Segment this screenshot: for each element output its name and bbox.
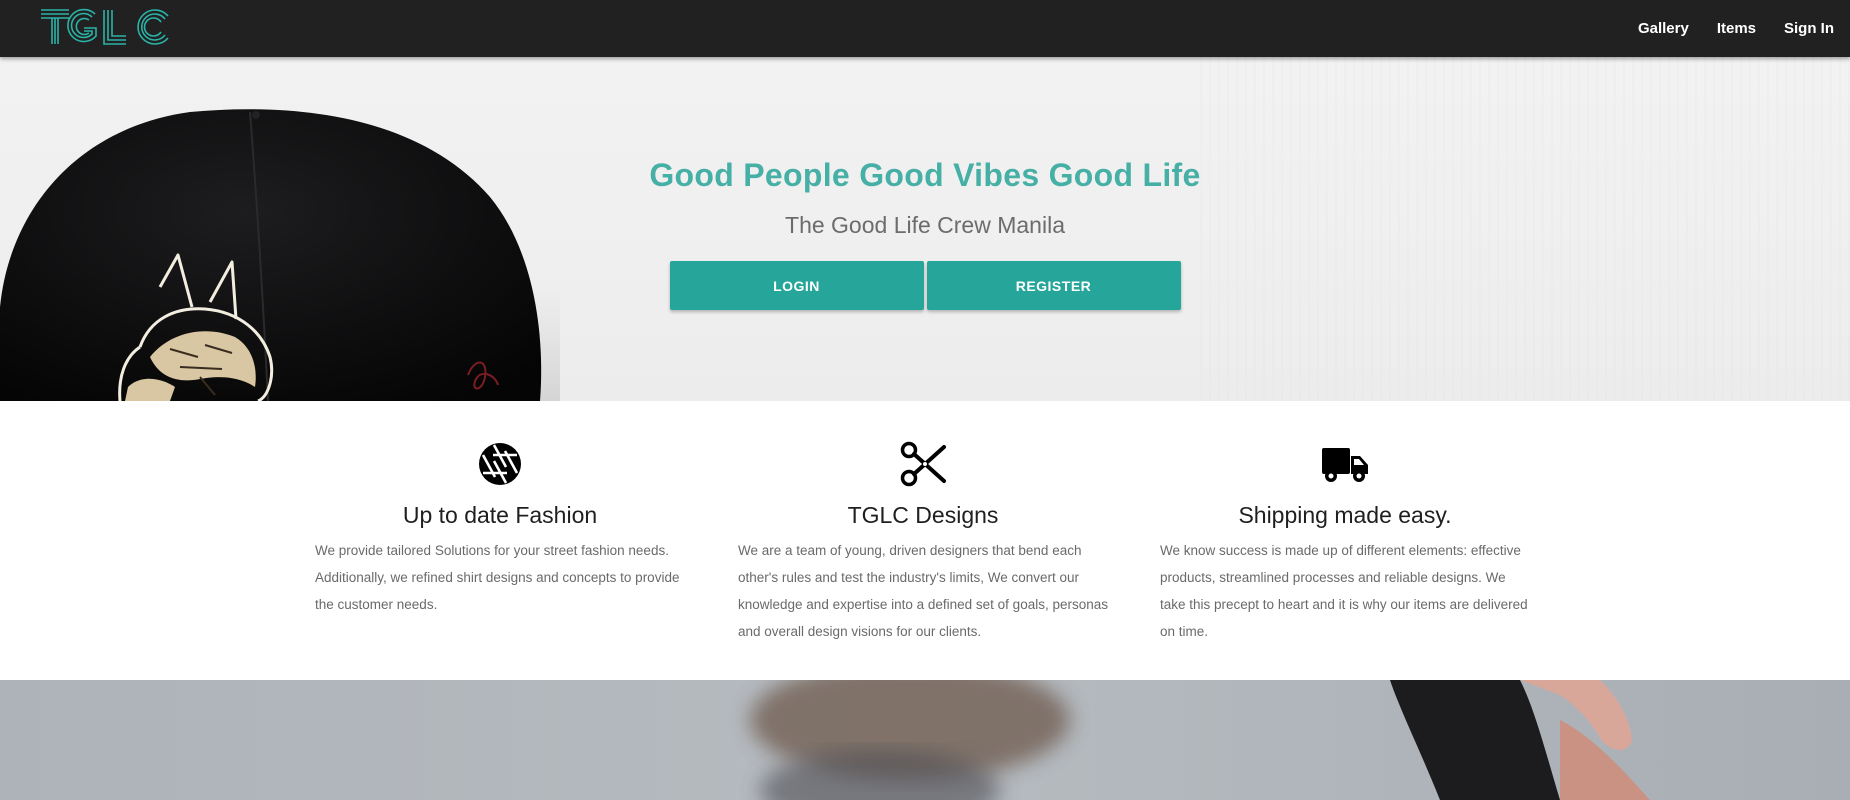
login-button[interactable]: LOGIN <box>669 261 924 310</box>
navbar: Gallery Items Sign In <box>0 0 1850 57</box>
aperture-icon <box>315 441 685 487</box>
nav-link-sign-in[interactable]: Sign In <box>1770 20 1834 37</box>
tglc-logo[interactable] <box>40 8 172 46</box>
nav-menu: Gallery Items Sign In <box>1624 0 1834 57</box>
feature-title: TGLC Designs <box>847 502 999 528</box>
bottom-photo-strip <box>0 680 1850 800</box>
feature-shipping: Shipping made easy. We know success is m… <box>1160 441 1530 645</box>
hero-subtitle: The Good Life Crew Manila <box>785 212 1065 238</box>
hero-content: Good People Good Vibes Good Life The Goo… <box>610 157 1240 310</box>
scissors-icon <box>738 441 1108 487</box>
feature-description: We are a team of young, driven designers… <box>738 543 1108 639</box>
hero-section: Good People Good Vibes Good Life The Goo… <box>0 57 1850 401</box>
features-section: Up to date Fashion We provide tailored S… <box>0 401 1850 680</box>
feature-description: We provide tailored Solutions for your s… <box>315 543 680 612</box>
hero-title: Good People Good Vibes Good Life <box>649 157 1201 193</box>
logo-icon <box>41 8 169 45</box>
feature-title: Up to date Fashion <box>402 502 598 528</box>
bottom-photo-image <box>0 680 1850 800</box>
truck-icon <box>1160 441 1530 487</box>
hero-background-texture <box>1200 57 1850 401</box>
register-button[interactable]: REGISTER <box>926 261 1181 310</box>
hero-button-group: LOGIN REGISTER <box>610 261 1240 310</box>
nav-link-items[interactable]: Items <box>1703 20 1770 37</box>
feature-title: Shipping made easy. <box>1238 502 1452 528</box>
feature-fashion: Up to date Fashion We provide tailored S… <box>315 441 685 618</box>
feature-designs: TGLC Designs We are a team of young, dri… <box>738 441 1108 645</box>
nav-link-gallery[interactable]: Gallery <box>1624 20 1703 37</box>
hero-cap-image <box>0 109 560 401</box>
feature-description: We know success is made up of different … <box>1160 543 1528 639</box>
